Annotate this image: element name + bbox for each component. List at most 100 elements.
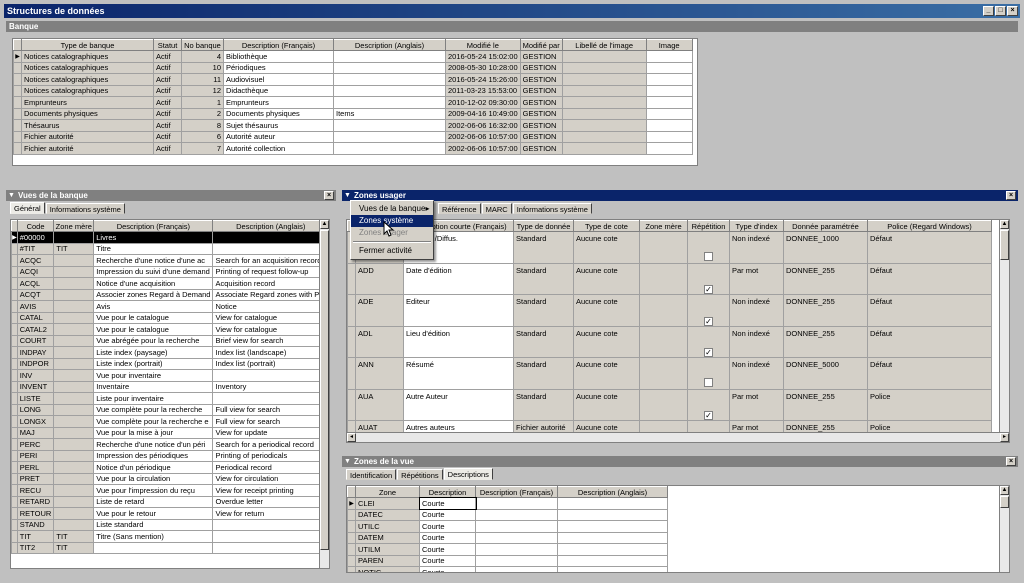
table-cell[interactable]: View for update bbox=[212, 426, 329, 439]
table-cell[interactable] bbox=[561, 130, 647, 143]
table-row[interactable]: DATEM Courte bbox=[347, 531, 668, 544]
table-cell[interactable]: Notice d'une acquisition bbox=[93, 277, 214, 290]
column-header[interactable]: Modifié le bbox=[445, 39, 521, 51]
table-cell[interactable] bbox=[475, 543, 558, 556]
table-row[interactable]: PAREN Courte bbox=[347, 554, 668, 567]
table-cell[interactable] bbox=[475, 566, 558, 572]
table-cell[interactable] bbox=[53, 311, 95, 324]
table-row[interactable]: TIT TIT Titre (Sans mention) bbox=[11, 530, 329, 543]
table-row[interactable]: AVIS Avis Notice bbox=[11, 300, 329, 313]
table-cell[interactable] bbox=[53, 346, 95, 359]
table-cell[interactable]: PERI bbox=[16, 449, 55, 462]
table-cell[interactable]: GESTION bbox=[519, 96, 563, 109]
table-cell[interactable] bbox=[645, 84, 693, 97]
check-icon[interactable]: ✓ bbox=[704, 316, 713, 326]
table-cell[interactable]: Standard bbox=[513, 388, 574, 421]
table-cell[interactable]: 2008-05-30 10:28:00 bbox=[445, 61, 521, 74]
table-cell[interactable] bbox=[212, 231, 329, 244]
scroll-left-icon[interactable]: ◂ bbox=[347, 433, 356, 442]
table-cell[interactable] bbox=[212, 392, 329, 405]
column-header[interactable]: Répétition bbox=[687, 220, 730, 232]
table-cell[interactable]: #TIT bbox=[16, 242, 55, 255]
table-row[interactable]: PRET Vue pour la circulation View for circ… bbox=[11, 472, 329, 485]
column-header[interactable]: Donnée paramétrée bbox=[783, 220, 868, 232]
row-indicator[interactable] bbox=[13, 61, 22, 74]
table-cell[interactable]: Aucune cote bbox=[573, 262, 640, 295]
row-indicator[interactable] bbox=[347, 531, 356, 544]
table-cell[interactable]: Titre (Sans mention) bbox=[93, 530, 214, 543]
table-row[interactable]: ACQC Recherche d'une notice d'une ac Searc… bbox=[11, 254, 329, 267]
table-row[interactable]: RETOUR Vue pour le retour View for return bbox=[11, 507, 329, 520]
table-cell[interactable] bbox=[53, 472, 95, 485]
table-cell[interactable]: Courte bbox=[419, 531, 476, 544]
table-cell[interactable]: Périodiques bbox=[223, 61, 334, 74]
table-cell[interactable] bbox=[645, 61, 693, 74]
table-cell[interactable]: GESTION bbox=[519, 73, 563, 86]
table-cell[interactable]: Défaut bbox=[867, 231, 992, 264]
row-indicator[interactable] bbox=[13, 142, 22, 155]
zones-close-icon[interactable]: × bbox=[1006, 191, 1016, 200]
table-cell[interactable]: View for catalogue bbox=[212, 323, 329, 336]
table-cell[interactable] bbox=[561, 73, 647, 86]
table-cell[interactable] bbox=[475, 508, 558, 521]
table-row[interactable]: Fichier autorité Actif 7 Autorité collectio… bbox=[13, 142, 693, 155]
table-cell[interactable] bbox=[53, 323, 95, 336]
table-cell[interactable]: AUA bbox=[355, 388, 404, 421]
table-row[interactable]: #TIT TIT Titre bbox=[11, 242, 329, 255]
table-cell[interactable]: Vue pour inventaire bbox=[93, 369, 214, 382]
minimize-button[interactable]: _ bbox=[983, 6, 994, 16]
table-cell[interactable]: DATEC bbox=[355, 508, 420, 521]
table-row[interactable]: AUA Autre Auteur Standard Aucune cote ✓ Par m… bbox=[347, 388, 992, 421]
table-cell[interactable] bbox=[557, 508, 668, 521]
table-cell[interactable]: Actif bbox=[153, 107, 182, 120]
scroll-right-icon[interactable]: ▸ bbox=[1000, 433, 1009, 442]
row-indicator[interactable] bbox=[13, 130, 22, 143]
table-cell[interactable] bbox=[557, 566, 668, 572]
row-indicator[interactable] bbox=[347, 357, 356, 390]
table-cell[interactable] bbox=[53, 495, 95, 508]
table-cell[interactable]: View for catalogue bbox=[212, 311, 329, 324]
table-row[interactable]: ▶ Notices catalographiques Actif 4 Bibliothè… bbox=[13, 50, 693, 63]
table-cell[interactable]: Aucune cote bbox=[573, 357, 640, 390]
table-cell[interactable] bbox=[333, 50, 446, 63]
table-cell[interactable] bbox=[53, 403, 95, 416]
row-indicator[interactable] bbox=[347, 262, 356, 295]
table-cell[interactable] bbox=[561, 142, 647, 155]
table-cell[interactable]: 2011-03-23 15:53:00 bbox=[445, 84, 521, 97]
table-cell[interactable]: Notices catalographiques bbox=[21, 50, 154, 63]
tab-vues-0[interactable]: Général bbox=[10, 202, 45, 214]
table-cell[interactable]: UTILM bbox=[355, 543, 420, 556]
table-cell[interactable] bbox=[53, 369, 95, 382]
table-row[interactable]: LISTE Liste pour inventaire bbox=[11, 392, 329, 405]
table-cell[interactable]: Actif bbox=[153, 61, 182, 74]
table-cell[interactable]: GESTION bbox=[519, 61, 563, 74]
table-cell[interactable]: Bibliothèque bbox=[223, 50, 334, 63]
check-icon[interactable] bbox=[704, 251, 713, 261]
column-header[interactable]: Modifié par bbox=[519, 39, 563, 51]
table-cell[interactable] bbox=[53, 461, 95, 474]
table-cell[interactable] bbox=[53, 288, 95, 301]
table-cell[interactable] bbox=[333, 130, 446, 143]
tab-zonesvue-0[interactable]: Identification bbox=[346, 469, 397, 480]
menu-item-fermer[interactable]: Fermer activité bbox=[351, 245, 433, 257]
table-row[interactable]: PERC Recherche d'une notice d'un péri Sear… bbox=[11, 438, 329, 451]
row-indicator[interactable] bbox=[347, 294, 356, 327]
table-cell[interactable]: Standard bbox=[513, 357, 574, 390]
table-cell[interactable]: Notices catalographiques bbox=[21, 73, 154, 86]
table-row[interactable]: ACQT Associer zones Regard à Demand Associ… bbox=[11, 288, 329, 301]
table-cell[interactable] bbox=[639, 388, 688, 421]
table-cell[interactable] bbox=[561, 107, 647, 120]
table-cell[interactable]: STAND bbox=[16, 518, 55, 531]
table-cell[interactable]: Didacthèque bbox=[223, 84, 334, 97]
table-cell[interactable] bbox=[639, 231, 688, 264]
table-cell[interactable]: Full view for search bbox=[212, 415, 329, 428]
table-cell[interactable] bbox=[53, 518, 95, 531]
row-indicator[interactable] bbox=[13, 96, 22, 109]
table-row[interactable]: ACQI Impression du suivi d'une demand Prin… bbox=[11, 265, 329, 278]
table-row[interactable]: Notices catalographiques Actif 12 Didacthèq… bbox=[13, 84, 693, 97]
table-cell[interactable]: 10 bbox=[181, 61, 224, 74]
table-row[interactable]: MAJ Vue pour la mise à jour View for updat… bbox=[11, 426, 329, 439]
row-indicator[interactable] bbox=[347, 388, 356, 421]
table-cell[interactable]: Courte bbox=[419, 554, 476, 567]
table-cell[interactable]: 12 bbox=[181, 84, 224, 97]
